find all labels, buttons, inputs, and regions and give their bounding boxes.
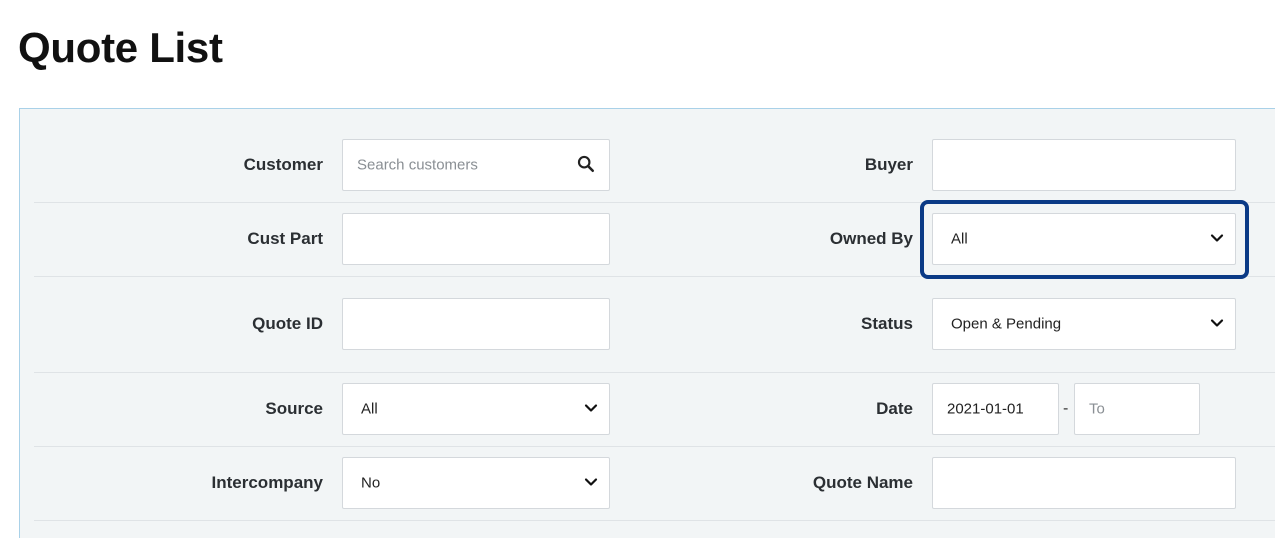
search-icon[interactable] (577, 155, 595, 173)
source-label: Source (265, 399, 323, 418)
date-to-placeholder: To (1089, 400, 1105, 418)
chevron-down-icon (1210, 319, 1224, 327)
quote-id-label: Quote ID (252, 314, 323, 333)
status-selected: Open & Pending (951, 315, 1062, 333)
date-from-input[interactable]: 2021-01-01 (932, 383, 1059, 435)
page-title: Quote List (18, 24, 223, 71)
intercompany-select[interactable]: No (342, 457, 610, 509)
date-from-value: 2021-01-01 (947, 400, 1024, 418)
buyer-label: Buyer (864, 155, 913, 174)
quote-id-input[interactable] (342, 298, 610, 350)
customer-label: Customer (243, 155, 323, 174)
date-to-input[interactable]: To (1074, 383, 1200, 435)
quote-name-input[interactable] (932, 457, 1236, 509)
cust-part-input[interactable] (342, 213, 610, 265)
status-select[interactable]: Open & Pending (932, 298, 1236, 350)
buyer-input[interactable] (932, 139, 1236, 191)
cust-part-label: Cust Part (247, 229, 323, 248)
customer-search-placeholder: Search customers (357, 156, 478, 174)
source-selected: All (361, 400, 378, 418)
chevron-down-icon (584, 404, 598, 412)
quote-name-label: Quote Name (812, 473, 913, 492)
owned-by-label: Owned By (829, 229, 913, 248)
customer-search-input[interactable]: Search customers (342, 139, 610, 191)
intercompany-selected: No (361, 474, 381, 492)
source-select[interactable]: All (342, 383, 610, 435)
chevron-down-icon (584, 478, 598, 486)
intercompany-label: Intercompany (211, 473, 323, 492)
date-range-separator: - (1063, 400, 1069, 417)
status-label: Status (861, 314, 913, 333)
date-label: Date (876, 399, 913, 418)
focus-highlight (920, 200, 1249, 279)
